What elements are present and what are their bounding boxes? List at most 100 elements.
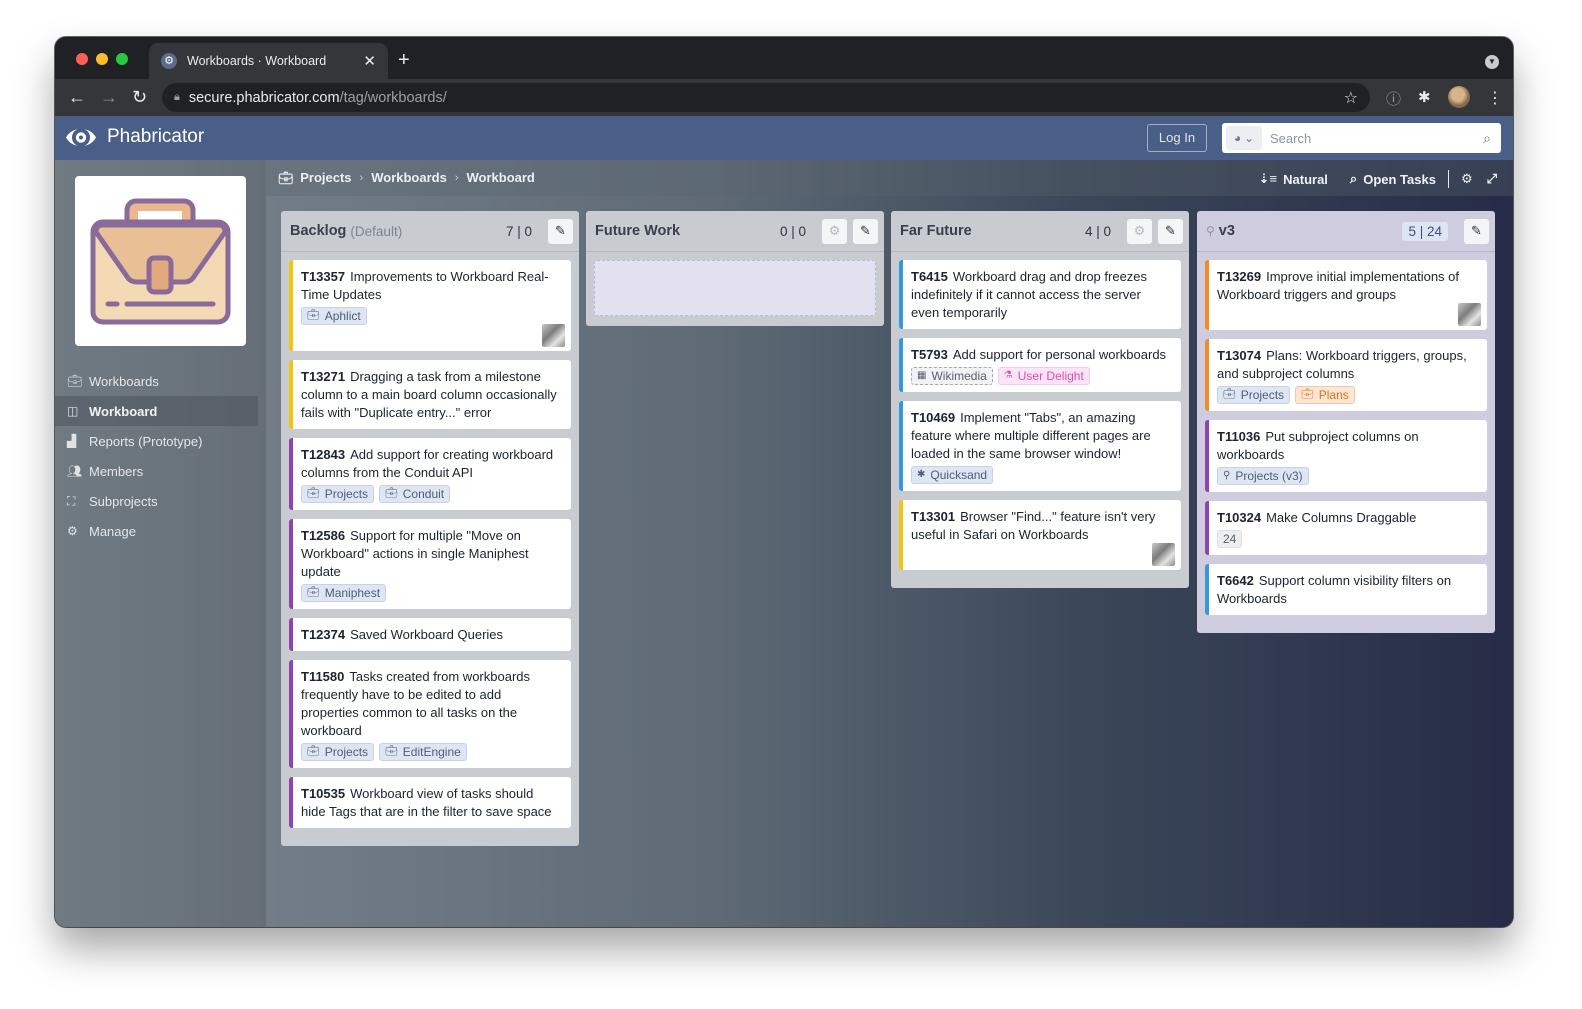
task-id[interactable]: T10535	[301, 786, 345, 801]
task-id[interactable]: T12843	[301, 447, 345, 462]
browser-tab[interactable]: ⚙ Workboards · Workboard ✕	[149, 43, 388, 79]
task-card[interactable]: T6642 Support column visibility filters o…	[1205, 564, 1487, 615]
task-title[interactable]: Make Columns Draggable	[1266, 510, 1416, 525]
login-button[interactable]: Log In	[1147, 124, 1207, 152]
task-card[interactable]: T13074 Plans: Workboard triggers, groups,…	[1205, 339, 1487, 411]
task-id[interactable]: T6415	[911, 269, 948, 284]
project-profile-image[interactable]	[75, 176, 246, 346]
breadcrumb-workboards[interactable]: Workboards	[371, 170, 447, 185]
extensions-puzzle-icon[interactable]: ✱	[1418, 88, 1431, 106]
task-id[interactable]: T10324	[1217, 510, 1261, 525]
info-icon[interactable]: ⓘ	[1386, 88, 1401, 109]
task-id[interactable]: T13301	[911, 509, 955, 524]
forward-arrow-icon[interactable]: →	[100, 86, 118, 108]
kebab-menu-icon[interactable]: ⋮	[1487, 88, 1503, 108]
task-id[interactable]: T5793	[911, 347, 948, 362]
task-card[interactable]: T12374 Saved Workboard Queries	[289, 618, 571, 651]
project-tag[interactable]: 💼︎ Plans	[1295, 386, 1355, 404]
back-arrow-icon[interactable]: ←	[68, 86, 86, 108]
address-bar[interactable]: 🔒︎ secure.phabricator.com /tag/workboard…	[162, 83, 1370, 112]
phabricator-logo-icon[interactable]	[64, 122, 98, 153]
task-title[interactable]: Add support for personal workboards	[953, 347, 1166, 362]
project-tag[interactable]: 💼︎ Projects	[301, 743, 375, 761]
task-id[interactable]: T11580	[301, 669, 344, 684]
task-card[interactable]: T10535 Workboard view of tasks should hid…	[289, 777, 571, 828]
task-card[interactable]: T12586 Support for multiple "Move on Work…	[289, 519, 571, 609]
task-card[interactable]: T13271 Dragging a task from a milestone c…	[289, 360, 571, 429]
task-card[interactable]: T6415 Workboard drag and drop freezes ind…	[899, 260, 1181, 329]
sidebar-item-manage[interactable]: ⚙ Manage	[55, 516, 266, 546]
column-edit-button[interactable]: ✎	[853, 218, 878, 244]
board-column: ⚲ v3 5 | 24 ✎ T13269 Improve initial implemen…	[1197, 211, 1495, 633]
project-tag[interactable]: ▦ Wikimedia	[911, 367, 993, 385]
minimize-window-button[interactable]	[96, 53, 108, 65]
project-tag[interactable]: 💼︎ Conduit	[379, 485, 451, 503]
search-input[interactable]	[1262, 130, 1473, 146]
task-card[interactable]: T13357 Improvements to Workboard Real-Tim…	[289, 260, 571, 351]
close-tab-icon[interactable]: ✕	[363, 52, 376, 70]
project-tag[interactable]: 24	[1217, 530, 1243, 548]
search-scope-dropdown[interactable]: ◕ ⌄	[1226, 126, 1262, 150]
task-id[interactable]: T12586	[301, 528, 345, 543]
filter-button[interactable]: ⌕ Open Tasks	[1350, 171, 1436, 187]
task-card[interactable]: T12843 Add support for creating workboard…	[289, 438, 571, 510]
task-card[interactable]: T5793 Add support for personal workboards…	[899, 338, 1181, 392]
profile-avatar[interactable]	[1448, 86, 1470, 108]
project-tag[interactable]: ✱ Quicksand	[911, 466, 994, 484]
task-card[interactable]: T11036 Put subproject columns on workboar…	[1205, 420, 1487, 492]
sidebar-item-members[interactable]: 👥︎ Members	[55, 456, 266, 486]
task-id[interactable]: T13271	[301, 369, 345, 384]
sidebar-item-subprojects[interactable]: ⛶ Subprojects	[55, 486, 266, 516]
task-id[interactable]: T13357	[301, 269, 345, 284]
project-tag[interactable]: 💼︎ Maniphest	[301, 584, 387, 602]
task-id[interactable]: T13269	[1217, 269, 1261, 284]
brand-name[interactable]: Phabricator	[107, 126, 204, 148]
new-tab-button[interactable]: +	[398, 49, 410, 71]
task-id[interactable]: T6642	[1217, 573, 1254, 588]
project-tag[interactable]: 💼︎ EditEngine	[379, 743, 467, 761]
task-id[interactable]: T12374	[301, 627, 345, 642]
task-title[interactable]: Saved Workboard Queries	[350, 627, 503, 642]
search-icon[interactable]: ⌕	[1473, 130, 1501, 147]
project-tag[interactable]: ⚲ Projects (v3)	[1217, 467, 1309, 485]
close-window-button[interactable]	[76, 53, 88, 65]
sidebar-item-workboard[interactable]: ◫ Workboard	[55, 396, 258, 426]
maximize-window-button[interactable]	[116, 53, 128, 65]
breadcrumb-projects[interactable]: Projects	[300, 170, 351, 185]
assignee-avatar[interactable]	[542, 324, 565, 347]
column-edit-button[interactable]: ✎	[1464, 218, 1489, 244]
task-card[interactable]: T10469 Implement "Tabs", an amazing featu…	[899, 401, 1181, 491]
tab-search-icon[interactable]: ▼	[1485, 55, 1499, 69]
assignee-avatar[interactable]	[1152, 543, 1175, 566]
sidebar-item-label: Workboard	[89, 403, 158, 419]
area-chart-icon: ▟	[67, 434, 77, 448]
sidebar-item-workboards[interactable]: 💼︎ Workboards	[55, 366, 266, 396]
bug-icon: ✱	[917, 469, 926, 480]
reload-icon[interactable]: ↻	[132, 86, 147, 108]
sidebar-item-reports[interactable]: ▟ Reports (Prototype)	[55, 426, 266, 456]
project-tag[interactable]: 💼︎ Projects	[1217, 386, 1291, 404]
task-id[interactable]: T10469	[911, 410, 955, 425]
breadcrumb-workboard[interactable]: Workboard	[467, 170, 535, 185]
project-tag[interactable]: 💼︎ Aphlict	[301, 307, 367, 325]
assignee-avatar[interactable]	[1458, 303, 1481, 326]
column-header: Backlog (Default) 7 | 0 ✎	[281, 211, 579, 252]
task-text: T10535 Workboard view of tasks should hid…	[301, 785, 559, 821]
task-card[interactable]: T10324 Make Columns Draggable 24	[1205, 501, 1487, 555]
task-card[interactable]: T11580 Tasks created from workboards freq…	[289, 660, 571, 768]
fullscreen-button[interactable]: ⤢	[1487, 171, 1497, 187]
task-card[interactable]: T13301 Browser "Find..." feature isn't ve…	[899, 500, 1181, 570]
empty-drop-zone[interactable]	[594, 260, 876, 316]
task-id[interactable]: T13074	[1217, 348, 1261, 363]
column-triggers-button[interactable]: ⚙	[1127, 218, 1152, 244]
column-edit-button[interactable]: ✎	[548, 218, 573, 244]
column-triggers-button[interactable]: ⚙	[822, 218, 847, 244]
project-tag[interactable]: 💼︎ Projects	[301, 485, 375, 503]
sort-order-button[interactable]: ⇣≡ Natural	[1259, 171, 1328, 187]
column-edit-button[interactable]: ✎	[1158, 218, 1183, 244]
task-card[interactable]: T13269 Improve initial implementations of…	[1205, 260, 1487, 330]
board-settings-button[interactable]: ⚙	[1461, 171, 1473, 187]
project-tag[interactable]: ⚗ User Delight	[997, 367, 1090, 385]
bookmark-star-icon[interactable]: ☆	[1344, 88, 1358, 108]
task-id[interactable]: T11036	[1217, 429, 1260, 444]
